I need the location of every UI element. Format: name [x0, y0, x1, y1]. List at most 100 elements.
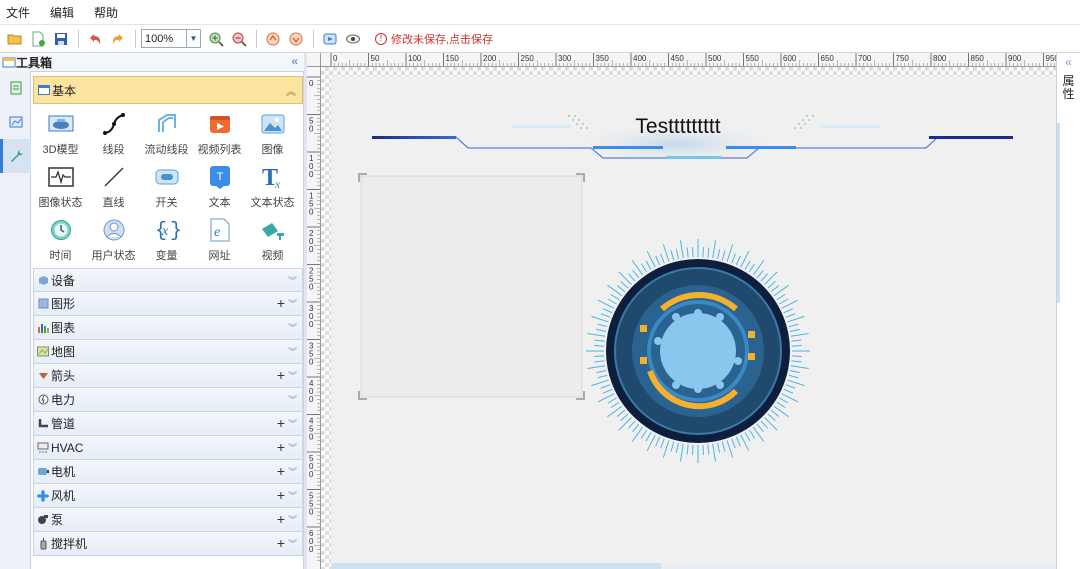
chevron-down-icon[interactable]: ︾	[288, 537, 297, 550]
title-banner[interactable]: Testtttttttt	[372, 115, 1013, 166]
properties-label[interactable]: 属性	[1063, 75, 1075, 101]
ruler-vertical: 050100150200250300350400450500550600	[307, 67, 321, 569]
gauge-ray	[631, 426, 644, 442]
new-file-button[interactable]	[27, 28, 49, 50]
chevron-down-icon[interactable]: ︾	[288, 393, 297, 406]
add-icon[interactable]: +	[277, 487, 285, 503]
tool-variable[interactable]: {x} 变量	[140, 216, 193, 265]
tool-time[interactable]: 时间	[34, 216, 87, 265]
add-icon[interactable]: +	[277, 535, 285, 551]
ruler-label: 950	[1046, 54, 1057, 63]
pump-icon	[37, 514, 49, 526]
gauge-ray	[776, 401, 786, 409]
send-back-icon	[289, 32, 303, 45]
category-arrow[interactable]: 箭头 + ︾	[33, 364, 303, 388]
tool-3d-model[interactable]: 3D模型	[34, 110, 87, 159]
chevron-down-icon[interactable]: ︾	[288, 345, 297, 358]
tool-straight-line[interactable]: 直线	[87, 163, 140, 212]
add-icon[interactable]: +	[277, 463, 285, 479]
collapse-toolbox-button[interactable]: «	[291, 54, 298, 68]
gauge-ray	[662, 244, 670, 262]
tool-url[interactable]: e 网址	[193, 216, 246, 265]
tool-flow-line[interactable]: 流动线段	[140, 110, 193, 159]
category-map[interactable]: 地图 ︾	[33, 340, 303, 364]
tool-video-list[interactable]: 视频列表	[193, 110, 246, 159]
menu-help[interactable]: 帮助	[94, 4, 118, 21]
add-icon[interactable]: +	[277, 415, 285, 431]
category-device[interactable]: 设备 ︾	[33, 268, 303, 292]
menu-edit[interactable]: 编辑	[50, 4, 74, 21]
vertical-scrollbar[interactable]	[1057, 123, 1060, 303]
chevron-down-icon[interactable]: ︾	[288, 369, 297, 382]
category-motor[interactable]: 电机 + ︾	[33, 460, 303, 484]
expand-properties-button[interactable]: «	[1057, 55, 1080, 69]
category-fan[interactable]: 风机 + ︾	[33, 484, 303, 508]
tool-image[interactable]: 图像	[246, 110, 299, 159]
chevron-down-icon[interactable]: ︾	[288, 465, 297, 478]
chevron-down-icon[interactable]: ︾	[288, 489, 297, 502]
new-file-icon	[32, 31, 45, 46]
bar-chart-icon	[37, 322, 49, 334]
save-button[interactable]	[50, 28, 72, 50]
unsaved-text[interactable]: 修改未保存,点击保存	[391, 31, 493, 47]
tool-switch[interactable]: 开关	[140, 163, 193, 212]
add-icon[interactable]: +	[277, 511, 285, 527]
tool-video[interactable]: 视频	[246, 216, 299, 265]
gauge-ray	[748, 429, 756, 439]
chevron-down-icon[interactable]: ︾	[288, 297, 297, 310]
canvas-title-text[interactable]: Testtttttttt	[635, 115, 720, 138]
chevron-down-icon[interactable]: ︾	[288, 274, 297, 287]
tool-user-state[interactable]: 用户状态	[87, 216, 140, 265]
3d-model-icon	[48, 115, 73, 132]
image-placeholder[interactable]	[358, 173, 585, 400]
ruler-label: 150	[446, 54, 460, 63]
add-icon[interactable]: +	[277, 367, 285, 383]
gauge-ray	[618, 417, 632, 431]
chevron-up-icon[interactable]: ︽	[286, 83, 296, 98]
zoom-in-button[interactable]	[205, 28, 227, 50]
tab-tools[interactable]	[0, 139, 31, 173]
scrollbar-thumb[interactable]	[331, 563, 661, 569]
category-power[interactable]: 电力 ︾	[33, 388, 303, 412]
chevron-down-icon[interactable]: ︾	[288, 513, 297, 526]
category-pump[interactable]: 泵 + ︾	[33, 508, 303, 532]
zoom-select[interactable]: 100% ▼	[141, 29, 201, 48]
gauge-dial[interactable]	[586, 239, 810, 463]
horizontal-scrollbar[interactable]	[331, 563, 1056, 569]
category-shape[interactable]: 图形 + ︾	[33, 292, 303, 316]
open-folder-button[interactable]	[4, 28, 26, 50]
tool-line-segment[interactable]: 线段	[87, 110, 140, 159]
category-chart[interactable]: 图表 ︾	[33, 316, 303, 340]
unsaved-notice[interactable]: ! 修改未保存,点击保存	[375, 31, 493, 47]
category-hvac[interactable]: HVAC + ︾	[33, 436, 303, 460]
ruler-label: 800	[933, 54, 947, 63]
chevron-down-icon[interactable]: ▼	[186, 30, 200, 47]
gauge-ray	[731, 438, 736, 449]
menu-file[interactable]: 文件	[6, 4, 30, 21]
redo-button[interactable]	[107, 28, 129, 50]
tab-pages[interactable]	[0, 71, 31, 105]
design-stage[interactable]: Testtttttttt	[331, 76, 1056, 569]
category-mixer[interactable]: 搅拌机 + ︾	[33, 532, 303, 556]
zoom-out-button[interactable]	[228, 28, 250, 50]
send-back-button[interactable]	[285, 28, 307, 50]
view-button[interactable]	[342, 28, 364, 50]
add-icon[interactable]: +	[277, 439, 285, 455]
bring-front-button[interactable]	[262, 28, 284, 50]
undo-button[interactable]	[84, 28, 106, 50]
tab-chart[interactable]	[0, 105, 31, 139]
preview-icon	[323, 33, 337, 44]
chevron-down-icon[interactable]: ︾	[288, 321, 297, 334]
mixer-icon	[37, 537, 49, 550]
tool-image-state[interactable]: 图像状态	[34, 163, 87, 212]
user-state-icon	[103, 219, 124, 241]
chevron-down-icon[interactable]: ︾	[288, 417, 297, 430]
ruler-label: 50	[371, 54, 380, 63]
add-icon[interactable]: +	[277, 295, 285, 311]
chevron-down-icon[interactable]: ︾	[288, 441, 297, 454]
tool-text-state[interactable]: Tx 文本状态	[246, 163, 299, 212]
category-pipe[interactable]: 管道 + ︾	[33, 412, 303, 436]
tool-text[interactable]: T 文本	[193, 163, 246, 212]
section-basic-header[interactable]: 基本 ︽	[33, 76, 303, 104]
preview-button[interactable]	[319, 28, 341, 50]
